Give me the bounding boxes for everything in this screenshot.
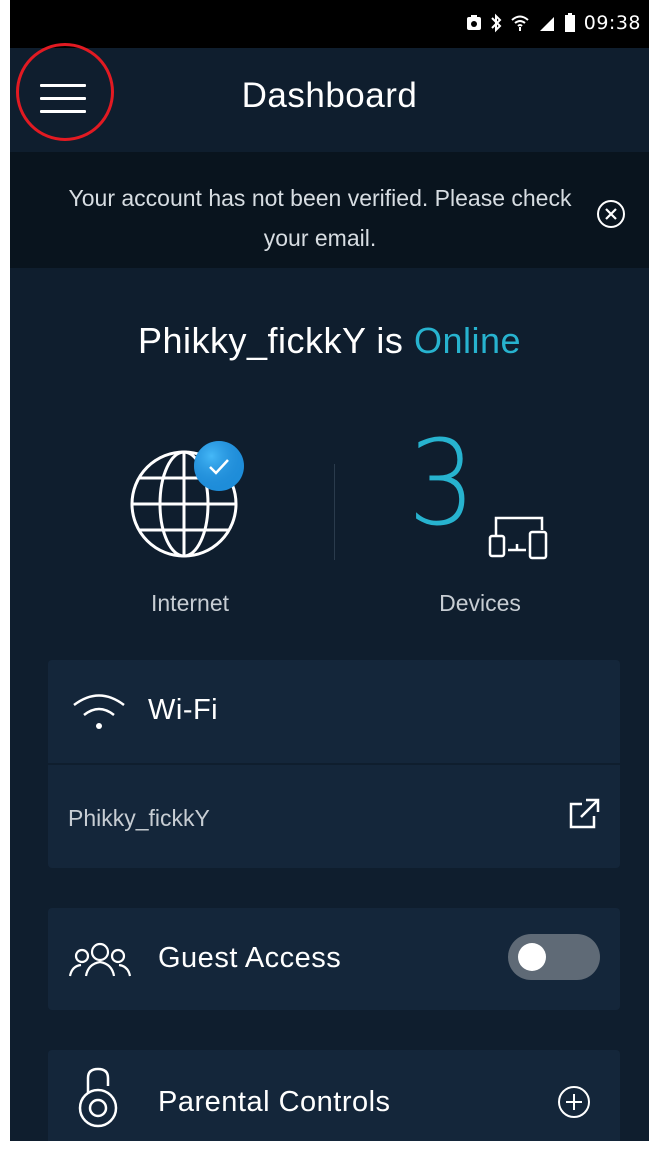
banner-message: Your account has not been verified. Plea… <box>68 185 572 251</box>
status-bar: 09:38 <box>10 0 649 48</box>
parental-controls-card: Parental Controls <box>48 1050 620 1141</box>
network-name: Phikky_fickkY <box>137 320 366 361</box>
network-status: Phikky_fickkY is Online <box>10 320 649 362</box>
online-status: Online <box>413 320 521 361</box>
stats-panel: Internet 3 Devices <box>10 424 649 640</box>
battery-icon <box>564 13 575 32</box>
external-link-icon[interactable] <box>566 796 602 832</box>
wifi-card-divider <box>48 763 620 765</box>
stats-divider <box>334 464 335 560</box>
guest-access-label: Guest Access <box>158 942 342 974</box>
parental-controls-label: Parental Controls <box>158 1086 391 1118</box>
status-icons: 09:38 <box>466 12 641 34</box>
close-circle-icon[interactable] <box>595 198 627 230</box>
guests-icon <box>68 942 132 977</box>
guest-access-toggle[interactable] <box>508 934 600 980</box>
guest-access-card: Guest Access <box>48 908 620 1010</box>
padlock-icon <box>78 1067 118 1128</box>
wifi-icon <box>511 15 529 31</box>
wifi-card: Wi-Fi Phikky_fickkY <box>48 660 620 868</box>
checkmark-badge-icon <box>194 441 244 491</box>
verification-banner: Your account has not been verified. Plea… <box>10 152 649 268</box>
status-connector: is <box>376 320 404 361</box>
app-bar: Dashboard <box>10 43 649 152</box>
device-count[interactable]: 3 <box>408 424 476 542</box>
wifi-label: Wi-Fi <box>148 694 219 726</box>
page-title: Dashboard <box>241 76 418 115</box>
add-circle-icon[interactable] <box>556 1084 592 1120</box>
devices-icon <box>488 516 548 560</box>
wifi-header-row[interactable]: Wi-Fi <box>48 660 620 763</box>
wifi-icon <box>73 694 125 729</box>
toggle-knob <box>518 943 546 971</box>
wifi-network-name: Phikky_fickkY <box>68 805 210 831</box>
internet-label: Internet <box>151 590 229 616</box>
bluetooth-icon <box>491 13 502 33</box>
app-screen: 09:38 Dashboard Your account has not bee… <box>10 0 649 1141</box>
clock: 09:38 <box>583 12 641 34</box>
signal-icon <box>539 17 554 31</box>
screenshot-icon <box>466 15 481 30</box>
devices-label: Devices <box>439 590 521 616</box>
